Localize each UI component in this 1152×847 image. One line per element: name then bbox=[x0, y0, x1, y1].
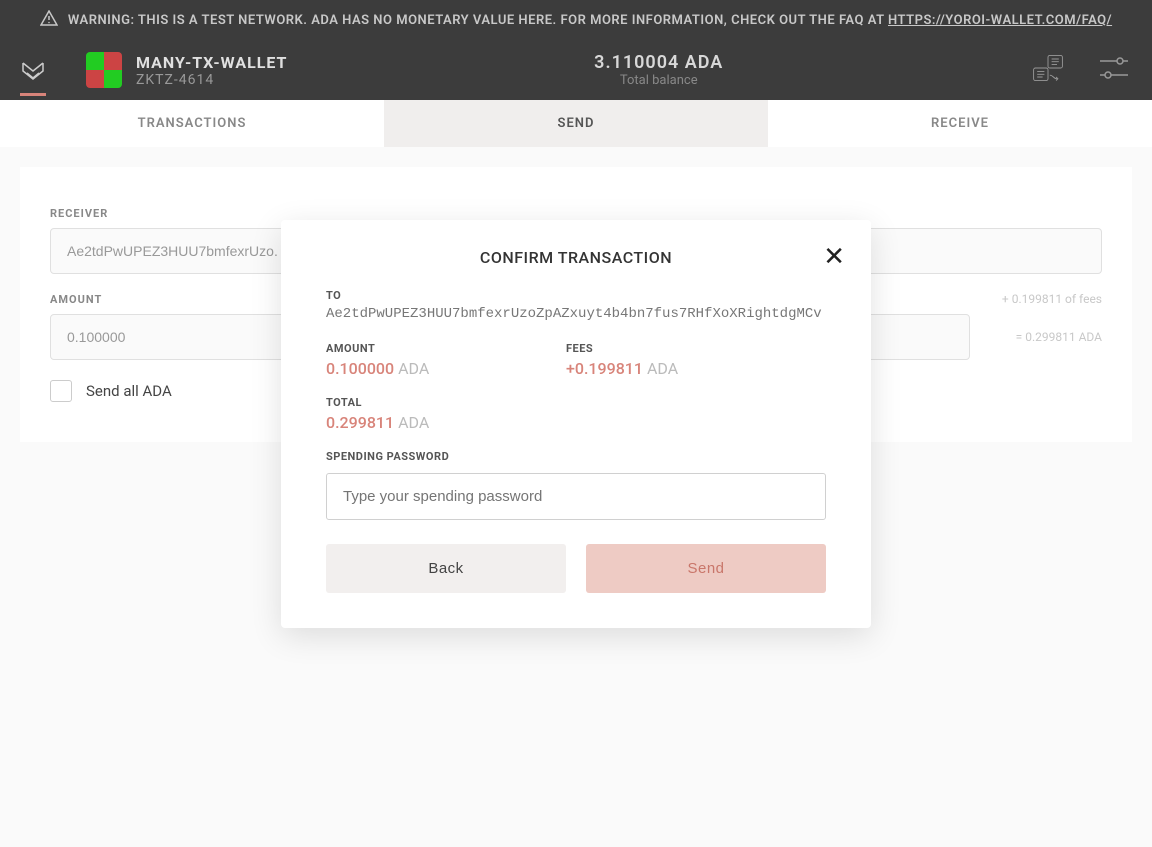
close-icon[interactable]: ✕ bbox=[823, 242, 845, 272]
password-label: SPENDING PASSWORD bbox=[326, 450, 826, 463]
to-label: TO bbox=[326, 289, 826, 302]
send-button[interactable]: Send bbox=[586, 544, 826, 593]
confirm-modal: CONFIRM TRANSACTION ✕ TO Ae2tdPwUPEZ3HUU… bbox=[281, 220, 871, 628]
modal-fees-value: +0.199811 bbox=[566, 359, 643, 378]
modal-fees-unit: ADA bbox=[647, 359, 678, 378]
password-input[interactable] bbox=[326, 473, 826, 520]
modal-amount-label: AMOUNT bbox=[326, 342, 506, 355]
modal-total-unit: ADA bbox=[398, 413, 429, 432]
modal-title: CONFIRM TRANSACTION bbox=[316, 248, 836, 267]
to-address: Ae2tdPwUPEZ3HUU7bmfexrUzoZpAZxuyt4b4bn7f… bbox=[326, 306, 826, 322]
modal-overlay: CONFIRM TRANSACTION ✕ TO Ae2tdPwUPEZ3HUU… bbox=[0, 0, 1152, 847]
modal-amount-unit: ADA bbox=[398, 359, 429, 378]
modal-amount-value: 0.100000 bbox=[326, 359, 394, 378]
modal-fees-label: FEES bbox=[566, 342, 746, 355]
back-button[interactable]: Back bbox=[326, 544, 566, 593]
modal-total-value: 0.299811 bbox=[326, 413, 394, 432]
modal-total-label: TOTAL bbox=[326, 396, 826, 409]
